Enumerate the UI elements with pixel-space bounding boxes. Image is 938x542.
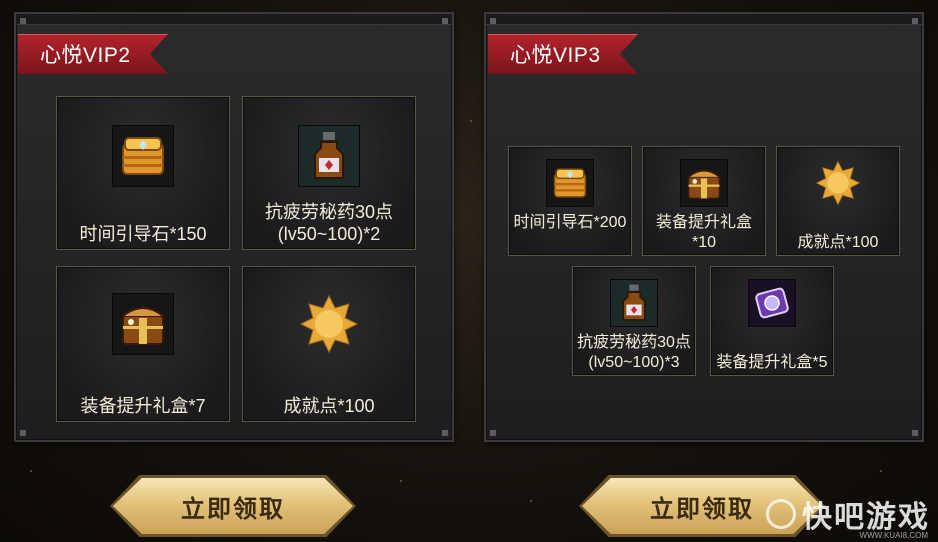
corner-rivet (442, 18, 448, 24)
item-label: 装备提升礼盒*10 (655, 214, 752, 251)
corner-rivet (20, 18, 26, 24)
corner-rivet (490, 430, 496, 436)
item-label: 成就点*100 (283, 396, 375, 416)
reward-item-upgrade-box[interactable]: 装备提升礼盒*10 (642, 146, 766, 256)
reward-item-achievement[interactable]: 成就点*100 (242, 266, 416, 422)
item-label: 装备提升礼盒*5 (716, 354, 828, 371)
sparkle (30, 470, 32, 472)
gold-chest-icon (112, 125, 174, 187)
claim-button-label: 立即领取 (181, 495, 285, 523)
gold-star-icon (298, 293, 360, 355)
watermark-url: WWW.KUAI8.COM (859, 531, 928, 540)
site-watermark: 快吧游戏 WWW.KUAI8.COM (766, 492, 930, 540)
corner-rivet (912, 430, 918, 436)
reward-item-time-stone[interactable]: 时间引导石*200 (508, 146, 632, 256)
vip3-panel: 心悦VIP3 时间引导石*200 装备提升礼盒*10 成就点*100 抗疲劳秘药… (484, 12, 924, 442)
item-label: 时间引导石*150 (79, 224, 207, 244)
potion-bottle-icon (610, 279, 658, 327)
sparkle (470, 120, 472, 122)
treasure-box-icon (112, 293, 174, 355)
item-label: 装备提升礼盒*7 (80, 396, 206, 416)
reward-item-potion[interactable]: 抗疲劳秘药30点(lv50~100)*2 (242, 96, 416, 250)
reward-item-potion[interactable]: 抗疲劳秘药30点(lv50~100)*3 (572, 266, 696, 376)
reward-item-upgrade-box[interactable]: 装备提升礼盒*7 (56, 266, 230, 422)
vip2-panel: 心悦VIP2 时间引导石*150 抗疲劳秘药30点(lv50~100)*2 装备… (14, 12, 454, 442)
reward-item-purple-box[interactable]: 装备提升礼盒*5 (710, 266, 834, 376)
treasure-box-icon (680, 159, 728, 207)
item-label: 时间引导石*200 (513, 214, 627, 231)
item-label: 成就点*100 (797, 234, 879, 251)
reward-item-time-stone[interactable]: 时间引导石*150 (56, 96, 230, 250)
item-label: 抗疲劳秘药30点(lv50~100)*2 (264, 202, 394, 244)
vip2-claim-button[interactable]: 立即领取 (110, 475, 356, 537)
corner-rivet (490, 18, 496, 24)
watermark-logo-icon (766, 499, 796, 529)
purple-gem-box-icon (748, 279, 796, 327)
sparkle (400, 480, 402, 482)
item-label: 抗疲劳秘药30点(lv50~100)*3 (577, 334, 691, 371)
corner-rivet (442, 430, 448, 436)
potion-bottle-icon (298, 125, 360, 187)
sparkle (530, 500, 532, 502)
gold-star-icon (814, 159, 862, 207)
claim-button-label: 立即领取 (650, 495, 754, 523)
sparkle (880, 470, 882, 472)
corner-rivet (912, 18, 918, 24)
gold-chest-icon (546, 159, 594, 207)
vip2-title-ribbon: 心悦VIP2 (18, 34, 168, 74)
corner-rivet (20, 430, 26, 436)
reward-item-achievement[interactable]: 成就点*100 (776, 146, 900, 256)
watermark-text: 快吧游戏 (802, 501, 930, 534)
vip3-title-ribbon: 心悦VIP3 (488, 34, 638, 74)
